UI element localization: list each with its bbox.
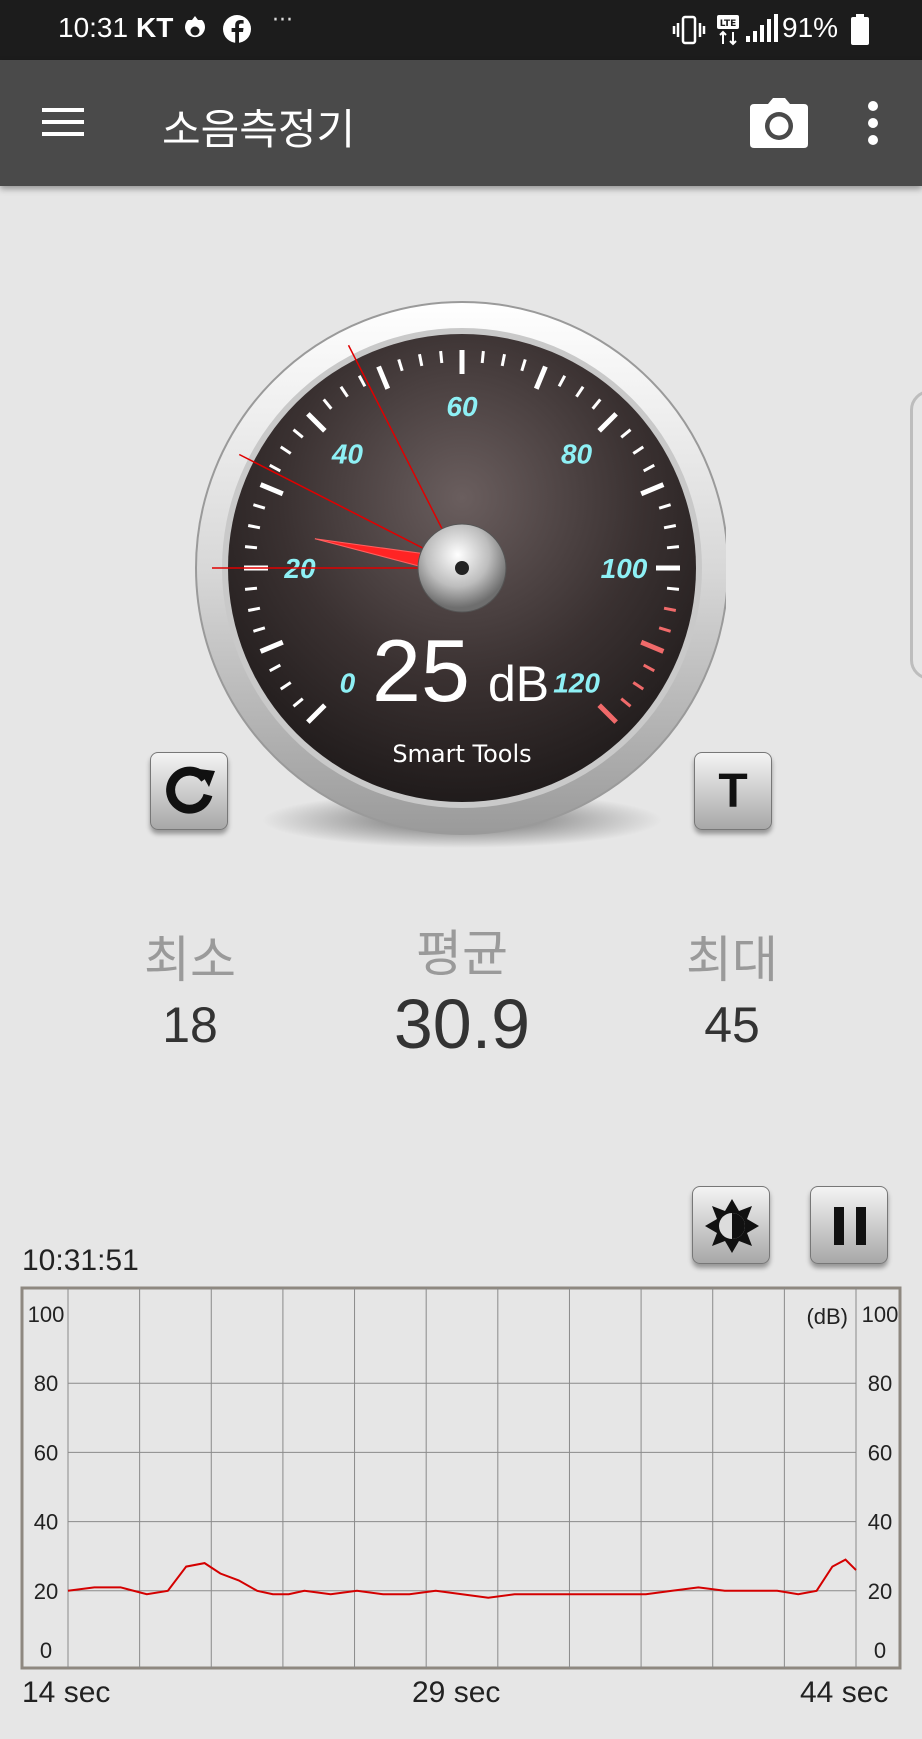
side-panel-handle[interactable]	[910, 390, 922, 680]
current-db-value: 25	[372, 621, 470, 720]
chart-unit-label: (dB)	[806, 1304, 848, 1329]
max-label: 최대	[686, 931, 778, 989]
avg-value: 30.9	[393, 985, 531, 1063]
chart-y-tick-label-right: 100	[862, 1302, 899, 1327]
chart-y-tick-label-left: 20	[34, 1579, 58, 1604]
facebook-icon	[223, 15, 251, 43]
gauge-scale-label: 60	[446, 391, 478, 422]
gauge-scale-label: 100	[601, 553, 648, 584]
chart-y-tick-label-left: 80	[34, 1371, 58, 1396]
gauge-brand-label: Smart Tools	[392, 740, 532, 768]
x-label-start: 14 sec	[22, 1676, 111, 1709]
chart-y-tick-label-right: 40	[868, 1510, 892, 1535]
chart-timestamp: 10:31:51	[22, 1244, 139, 1277]
chart-frame	[20, 1286, 902, 1670]
gauge-scale-label: 40	[331, 438, 364, 469]
more-vert-icon[interactable]	[858, 98, 888, 148]
chart-y-tick-label-left: 60	[34, 1440, 58, 1465]
pause-icon	[834, 1207, 866, 1245]
chart-y-tick-label-right: 0	[874, 1638, 886, 1663]
chart-y-tick-label-left: 100	[28, 1302, 65, 1327]
status-bar: 10:31 KT ··· LTE 91%	[0, 0, 922, 60]
signal-icon	[746, 14, 778, 42]
chart-y-tick-label-right: 60	[868, 1440, 892, 1465]
battery-icon	[851, 14, 869, 45]
sound-level-gauge: 020406080100120	[195, 301, 726, 848]
x-label-end: 44 sec	[800, 1676, 889, 1709]
db-history-chart: 0 0 20 20 40 40 60 60 80 80 100 100 (dB)	[20, 1286, 902, 1670]
x-label-mid: 29 sec	[412, 1676, 501, 1709]
gauge-tick	[439, 350, 444, 364]
status-more: ···	[272, 8, 293, 33]
gauge-tick	[480, 350, 485, 364]
db-series-line	[67, 1558, 857, 1599]
app-bar: 소음측정기	[0, 60, 922, 186]
gauge-scale-label: 0	[340, 668, 356, 699]
chart-grid	[67, 1288, 857, 1668]
chart-y-ticks: 0 0 20 20 40 40 60 60 80 80 100 100	[28, 1302, 899, 1663]
gauge-scale-label: 80	[561, 438, 593, 469]
vibrate-icon	[672, 15, 706, 45]
chart-y-tick-label-left: 0	[40, 1638, 52, 1663]
chart-y-tick-label-left: 40	[34, 1510, 58, 1535]
svg-text:LTE: LTE	[720, 19, 737, 29]
refresh-icon	[166, 766, 215, 814]
chart-y-tick-label-right: 80	[868, 1371, 892, 1396]
reset-button[interactable]	[150, 752, 228, 830]
avg-label: 평균	[416, 925, 508, 983]
gauge-hub-center	[455, 561, 469, 575]
gauge-tick	[666, 586, 680, 591]
current-db-unit: dB	[488, 656, 550, 712]
max-value: 45	[704, 997, 760, 1053]
t-button[interactable]: T	[694, 752, 772, 830]
gauge-scale-label: 120	[553, 668, 600, 699]
min-label: 최소	[144, 931, 236, 989]
gauge-tick	[666, 545, 680, 550]
gauge-tick	[244, 586, 258, 591]
status-time: 10:31	[58, 12, 129, 43]
brightness-icon	[705, 1199, 759, 1253]
camera-icon[interactable]	[748, 96, 810, 150]
brightness-button[interactable]	[692, 1186, 770, 1264]
app-title: 소음측정기	[162, 105, 356, 154]
status-carrier: KT	[136, 12, 174, 43]
min-value: 18	[162, 997, 218, 1053]
lte-icon: LTE	[717, 15, 739, 46]
pause-button[interactable]	[810, 1186, 888, 1264]
gauge-tick	[244, 545, 258, 550]
location-pin-icon	[185, 16, 205, 38]
battery-percent: 91%	[782, 12, 839, 43]
menu-icon[interactable]	[36, 100, 90, 144]
chart-y-tick-label-right: 20	[868, 1579, 892, 1604]
